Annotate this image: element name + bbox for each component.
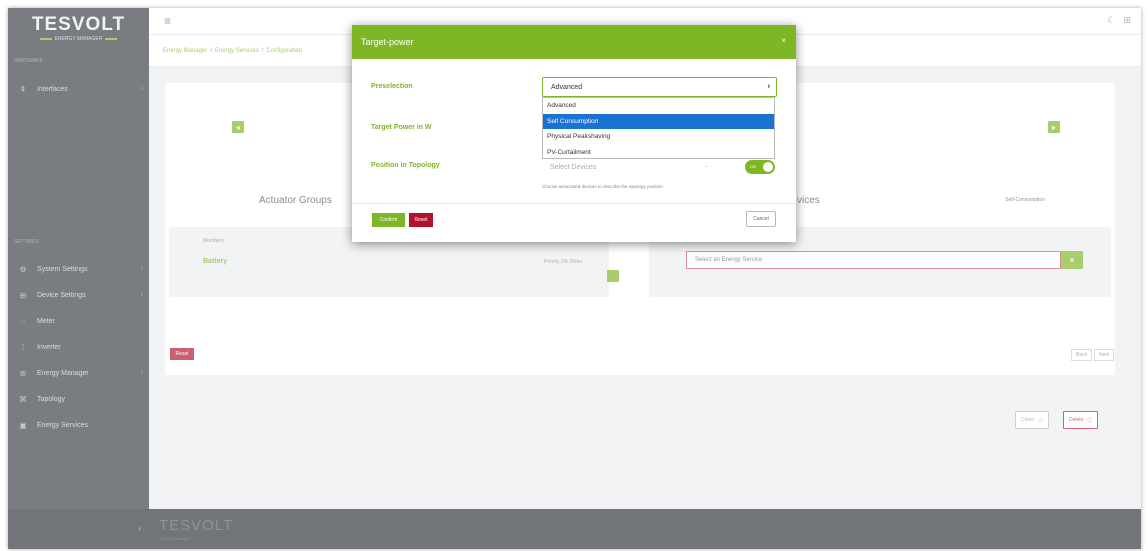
modal-reset-button[interactable]: Reset — [409, 213, 433, 227]
preselection-label: Preselection — [371, 83, 413, 90]
chevron-down-icon: ⌄ — [704, 163, 709, 169]
close-icon[interactable]: × — [781, 36, 786, 45]
chevron-down-icon: ⬍ — [766, 84, 771, 90]
dropdown-option-pv-curtailment[interactable]: PV-Curtailment — [543, 145, 774, 161]
preselection-value: Advanced — [551, 83, 583, 91]
position-in-topology-label: Position in Topology — [371, 162, 440, 169]
dropdown-option-self-consumption[interactable]: Self Consumption — [543, 113, 774, 129]
devices-select[interactable]: Select Devices — [542, 157, 712, 177]
modal-divider — [352, 203, 796, 204]
preselection-select[interactable]: Advanced ⬍ — [542, 77, 777, 97]
preselection-dropdown: Advanced Self Consumption Physical Peaks… — [542, 97, 775, 159]
topology-toggle[interactable]: ON — [745, 160, 775, 174]
dropdown-option-advanced[interactable]: Advanced — [543, 98, 774, 114]
modal-title: Target-power — [361, 37, 414, 47]
confirm-button[interactable]: Confirm — [372, 213, 405, 227]
target-power-label: Target Power in W — [371, 124, 432, 131]
toggle-label: ON — [750, 164, 756, 169]
topology-help-text: Choose associated devices to describe th… — [542, 184, 664, 189]
modal-header: Target-power × — [352, 25, 796, 59]
target-power-modal: Target-power × Preselection Advanced ⬍ A… — [352, 25, 796, 242]
cancel-button[interactable]: Cancel — [746, 211, 776, 227]
dropdown-option-physical-peakshaving[interactable]: Physical Peakshaving — [543, 129, 774, 145]
